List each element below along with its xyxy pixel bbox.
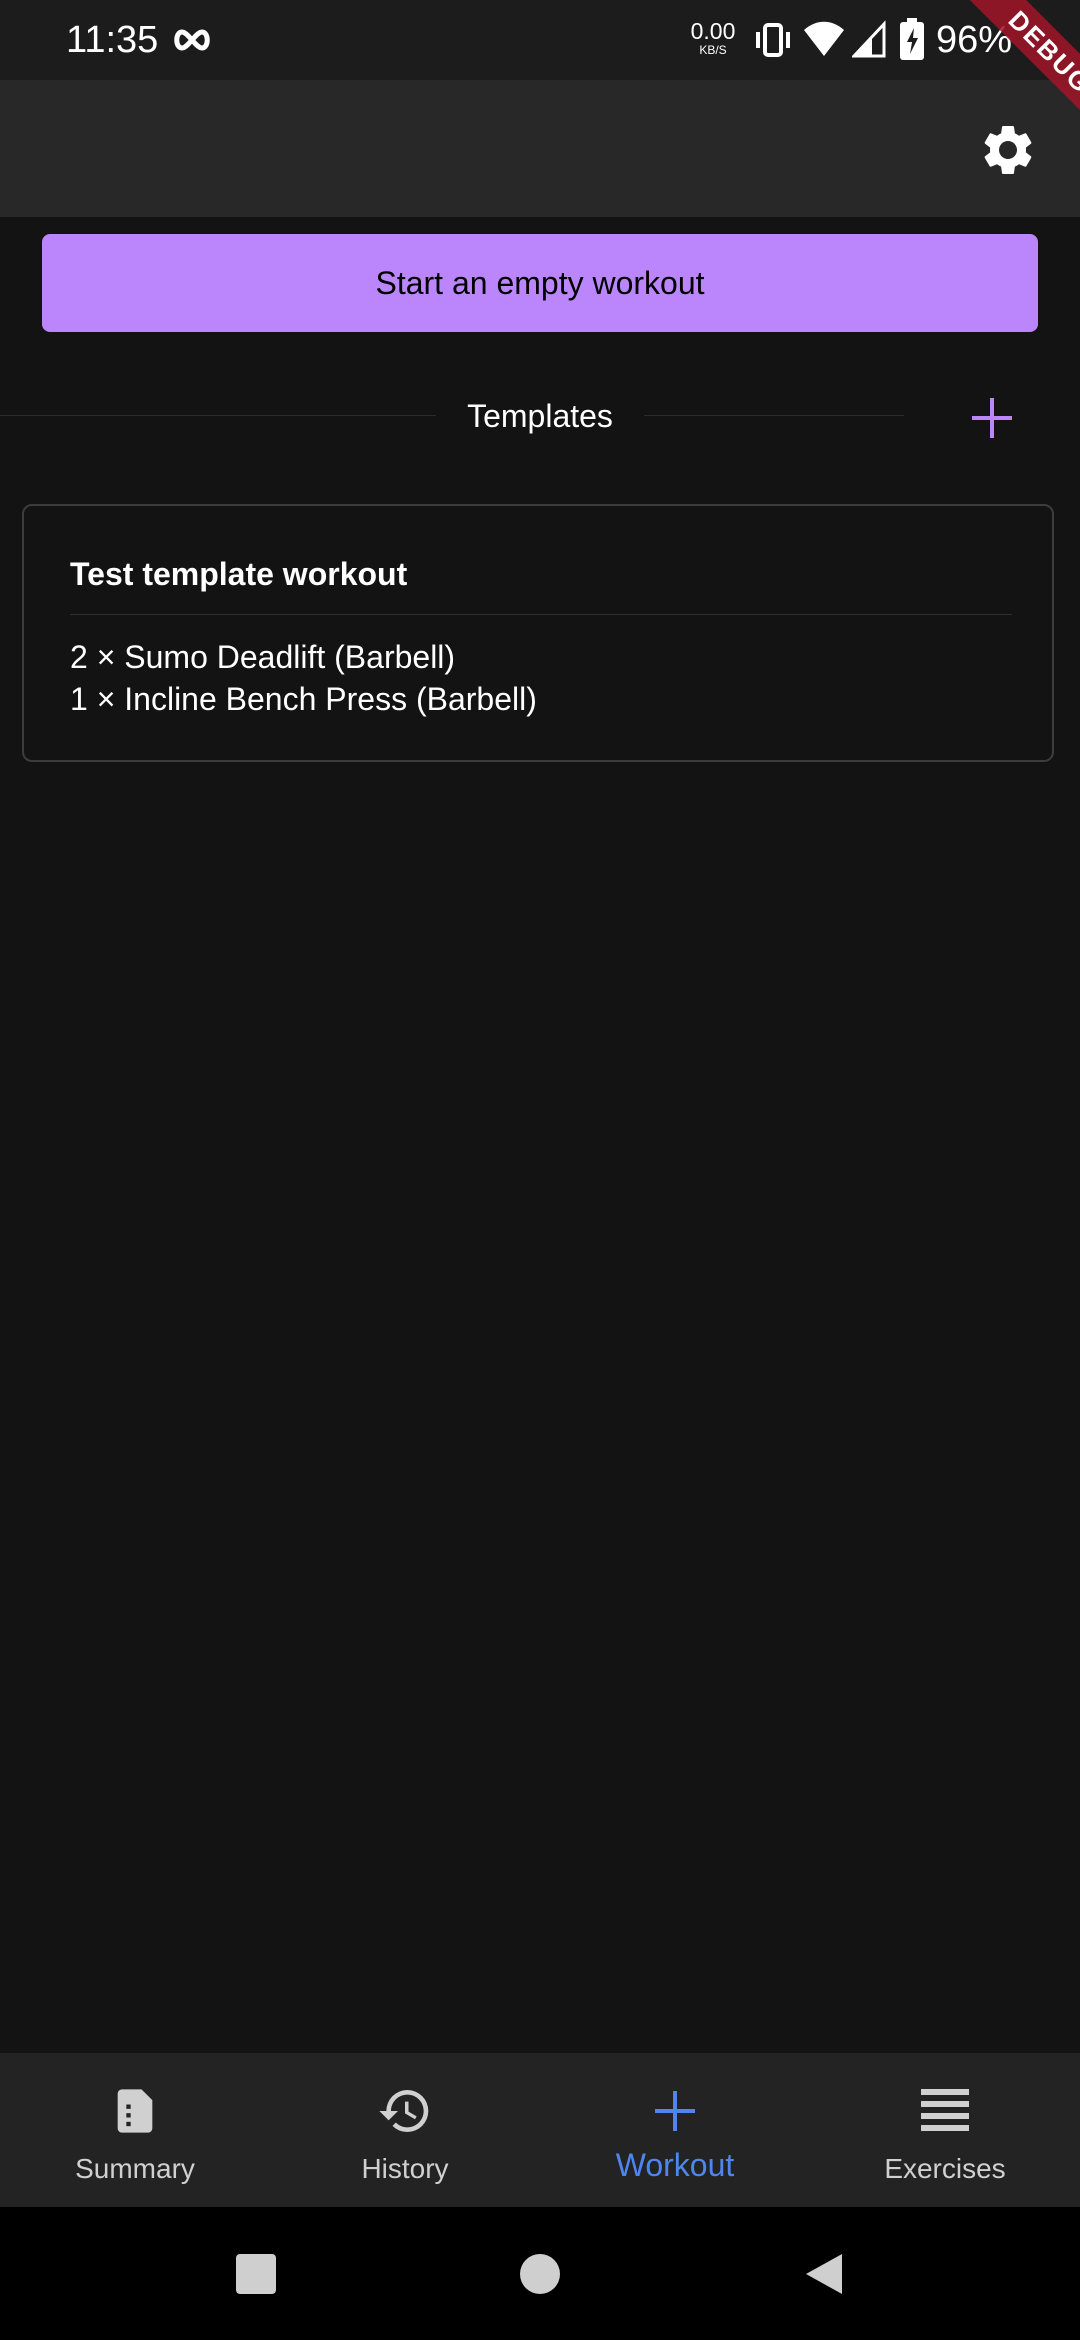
- start-empty-workout-label: Start an empty workout: [375, 264, 705, 301]
- status-bar: 11:35 0.00 KB/S 96%: [0, 0, 1080, 80]
- templates-divider-left: [0, 415, 436, 416]
- network-speed-value: 0.00: [690, 18, 736, 44]
- document-icon: [107, 2083, 163, 2139]
- battery-percent: 96%: [936, 19, 1013, 61]
- status-time: 11:35: [66, 19, 159, 61]
- recents-button[interactable]: [236, 2254, 276, 2294]
- template-exercise-item: 1 × Incline Bench Press (Barbell): [70, 681, 537, 717]
- nav-label-history: History: [361, 2153, 449, 2184]
- signal-icon: [852, 20, 886, 58]
- app-bar: [0, 80, 1080, 217]
- nav-item-workout[interactable]: Workout: [540, 2053, 810, 2207]
- template-card-divider: [70, 614, 1012, 615]
- template-exercise-list: 2 × Sumo Deadlift (Barbell) 1 × Incline …: [70, 636, 537, 720]
- nav-item-exercises[interactable]: Exercises: [810, 2053, 1080, 2207]
- start-empty-workout-button[interactable]: Start an empty workout: [42, 234, 1038, 332]
- vibrate-icon: [756, 23, 790, 57]
- settings-button[interactable]: [975, 117, 1041, 183]
- list-icon: [917, 2083, 973, 2139]
- system-navigation-bar: [0, 2207, 1080, 2340]
- nav-label-summary: Summary: [75, 2153, 195, 2184]
- add-template-button[interactable]: [962, 388, 1022, 448]
- nav-label-workout: Workout: [615, 2147, 735, 2183]
- history-icon: [377, 2083, 433, 2139]
- template-exercise-item: 2 × Sumo Deadlift (Barbell): [70, 639, 456, 675]
- template-card[interactable]: Test template workout 2 × Sumo Deadlift …: [22, 504, 1054, 762]
- nav-item-history[interactable]: History: [270, 2053, 540, 2207]
- wifi-icon: [804, 21, 844, 56]
- templates-divider-right: [644, 415, 904, 416]
- network-speed-unit: KB/S: [699, 43, 727, 57]
- nav-item-summary[interactable]: Summary: [0, 2053, 270, 2207]
- home-button[interactable]: [520, 2254, 560, 2294]
- infinity-icon: [174, 29, 210, 51]
- gear-icon: [984, 125, 1032, 174]
- network-speed: 0.00 KB/S: [688, 18, 738, 57]
- bottom-navigation: Summary History Workout Exercises: [0, 2053, 1080, 2207]
- plus-icon: [647, 2083, 703, 2139]
- template-card-title: Test template workout: [70, 556, 408, 592]
- templates-header: Templates: [467, 398, 613, 434]
- back-button[interactable]: [802, 2252, 846, 2296]
- battery-charging-icon: [900, 18, 924, 60]
- nav-label-exercises: Exercises: [884, 2153, 1006, 2184]
- screen: 11:35 0.00 KB/S 96% DEBUG Start an empty…: [0, 0, 1080, 2340]
- plus-icon: [972, 398, 1012, 438]
